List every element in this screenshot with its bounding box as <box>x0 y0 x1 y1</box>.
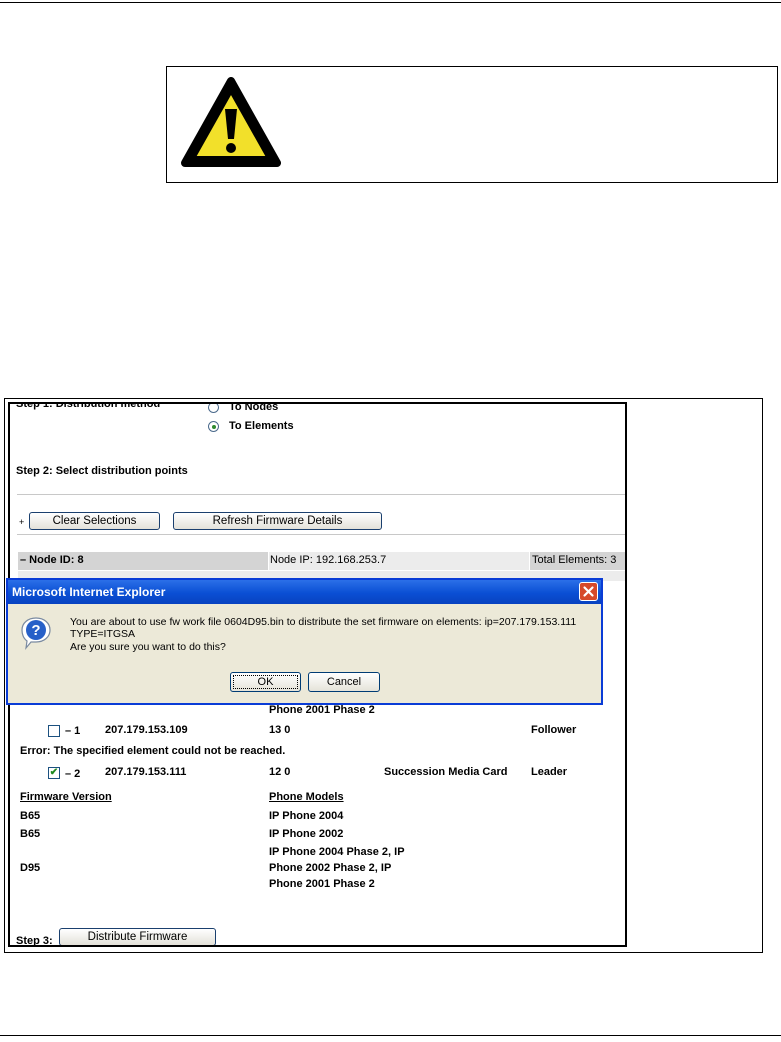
checkmark-icon: ✔ <box>49 767 59 778</box>
radio-to-elements-label: To Elements <box>229 420 294 432</box>
phone-model: IP Phone 2004 Phase 2, IP <box>269 846 405 858</box>
firmware-version: B65 <box>20 828 41 840</box>
dialog-message: You are about to use fw work file 0604D9… <box>70 616 577 628</box>
element-ip: 207.179.153.111 <box>105 766 187 778</box>
radio-to-nodes[interactable] <box>208 404 219 413</box>
error-message: Error: The specified element could not b… <box>20 745 286 757</box>
firmware-version: D95 <box>20 862 41 874</box>
distribute-firmware-button[interactable]: Distribute Firmware <box>59 928 216 945</box>
dialog-title: Microsoft Internet Explorer <box>12 585 166 599</box>
element-index: – 1 <box>65 725 81 737</box>
question-icon: ? <box>21 617 51 650</box>
ok-button[interactable]: OK <box>230 672 301 692</box>
dialog-message: Are you sure you want to do this? <box>70 641 226 653</box>
element-checkbox[interactable]: ✔ <box>48 767 60 779</box>
step2-label: Step 2: Select distribution points <box>16 465 188 477</box>
svg-text:?: ? <box>31 622 40 639</box>
step3-label: Step 3: <box>16 935 53 947</box>
confirm-dialog: Microsoft Internet Explorer ? You are ab… <box>6 578 603 705</box>
firmware-version: B65 <box>20 810 41 822</box>
warning-icon <box>181 77 281 167</box>
phone-models-header: Phone Models <box>269 791 344 803</box>
element-role: Follower <box>531 724 577 736</box>
firmware-version-header: Firmware Version <box>20 791 112 803</box>
node-id[interactable]: – Node ID: 8 <box>20 554 84 566</box>
warning-box <box>166 66 778 183</box>
element-ip: 207.179.153.109 <box>105 724 188 736</box>
top-rule <box>0 2 781 3</box>
element-role: Leader <box>531 766 568 778</box>
cancel-button[interactable]: Cancel <box>308 672 380 692</box>
close-button[interactable] <box>579 582 598 601</box>
node-ip: Node IP: 192.168.253.7 <box>270 554 387 566</box>
clear-selections-button[interactable]: Clear Selections <box>29 512 160 530</box>
close-icon <box>583 586 594 597</box>
expand-plus[interactable]: + <box>19 517 24 527</box>
element-version: 12 0 <box>269 766 291 778</box>
phone-model: IP Phone 2002 <box>269 828 344 840</box>
divider <box>17 494 625 495</box>
partial-row-text: Phone 2001 Phase 2 <box>269 704 375 716</box>
element-index: – 2 <box>65 768 81 780</box>
element-checkbox[interactable] <box>48 725 60 737</box>
total-elements: Total Elements: 3 <box>532 554 617 566</box>
phone-model: Phone 2002 Phase 2, IP <box>269 862 392 874</box>
bottom-rule <box>0 1035 781 1036</box>
phone-model: IP Phone 2004 <box>269 810 344 822</box>
element-version: 13 0 <box>269 724 291 736</box>
dialog-title-bar[interactable]: Microsoft Internet Explorer <box>8 580 601 604</box>
divider <box>17 534 625 535</box>
radio-to-nodes-label: To Nodes <box>229 402 279 413</box>
radio-to-elements[interactable] <box>208 421 219 432</box>
phone-model: Phone 2001 Phase 2 <box>269 878 375 890</box>
refresh-firmware-button[interactable]: Refresh Firmware Details <box>173 512 382 530</box>
element-type: Succession Media Card <box>384 766 508 778</box>
dialog-message: TYPE=ITGSA <box>70 628 136 640</box>
step1-label: Step 1: Distribution method <box>16 402 161 410</box>
